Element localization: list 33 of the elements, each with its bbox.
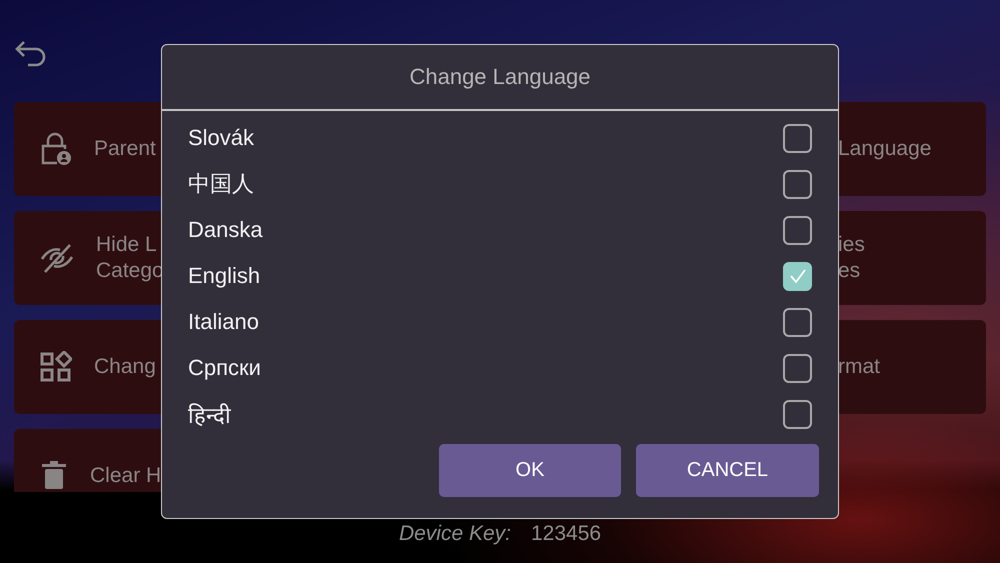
- card-label: Language: [838, 136, 932, 162]
- eye-slash-icon: [40, 242, 74, 274]
- cancel-button[interactable]: CANCEL: [636, 444, 819, 497]
- checkbox[interactable]: [783, 262, 812, 290]
- lock-person-icon: [40, 132, 72, 166]
- dialog-title: Change Language: [409, 64, 591, 90]
- ok-button[interactable]: OK: [439, 444, 621, 497]
- card-label: ies: [838, 232, 865, 258]
- checkbox[interactable]: [783, 216, 812, 244]
- card-label: Parent: [94, 136, 156, 162]
- card-label: Hide L: [96, 232, 158, 258]
- device-key-label: Device Key:: [398, 522, 511, 546]
- card-label: rmat: [838, 354, 880, 380]
- language-label: Danska: [188, 217, 263, 243]
- checkbox[interactable]: [783, 124, 812, 152]
- language-label: Српски: [188, 355, 261, 381]
- card-label: Clear H: [90, 463, 162, 489]
- card-label: Chang: [94, 354, 156, 380]
- card-label: es: [838, 258, 862, 284]
- checkbox[interactable]: [783, 308, 812, 336]
- check-icon: [790, 269, 806, 283]
- grid-diamond-icon: [40, 351, 72, 383]
- trash-icon: [40, 461, 68, 491]
- device-key-value: 123456: [530, 522, 602, 546]
- language-label: Italiano: [188, 309, 259, 335]
- checkbox[interactable]: [783, 400, 812, 428]
- card-label: Catego: [96, 258, 164, 284]
- checkbox[interactable]: [783, 354, 812, 382]
- checkbox[interactable]: [783, 170, 812, 198]
- language-label: Slovák: [188, 125, 254, 151]
- language-label: English: [188, 263, 260, 289]
- language-label: 中国人: [188, 170, 254, 198]
- language-label: हिन्दी: [188, 402, 231, 429]
